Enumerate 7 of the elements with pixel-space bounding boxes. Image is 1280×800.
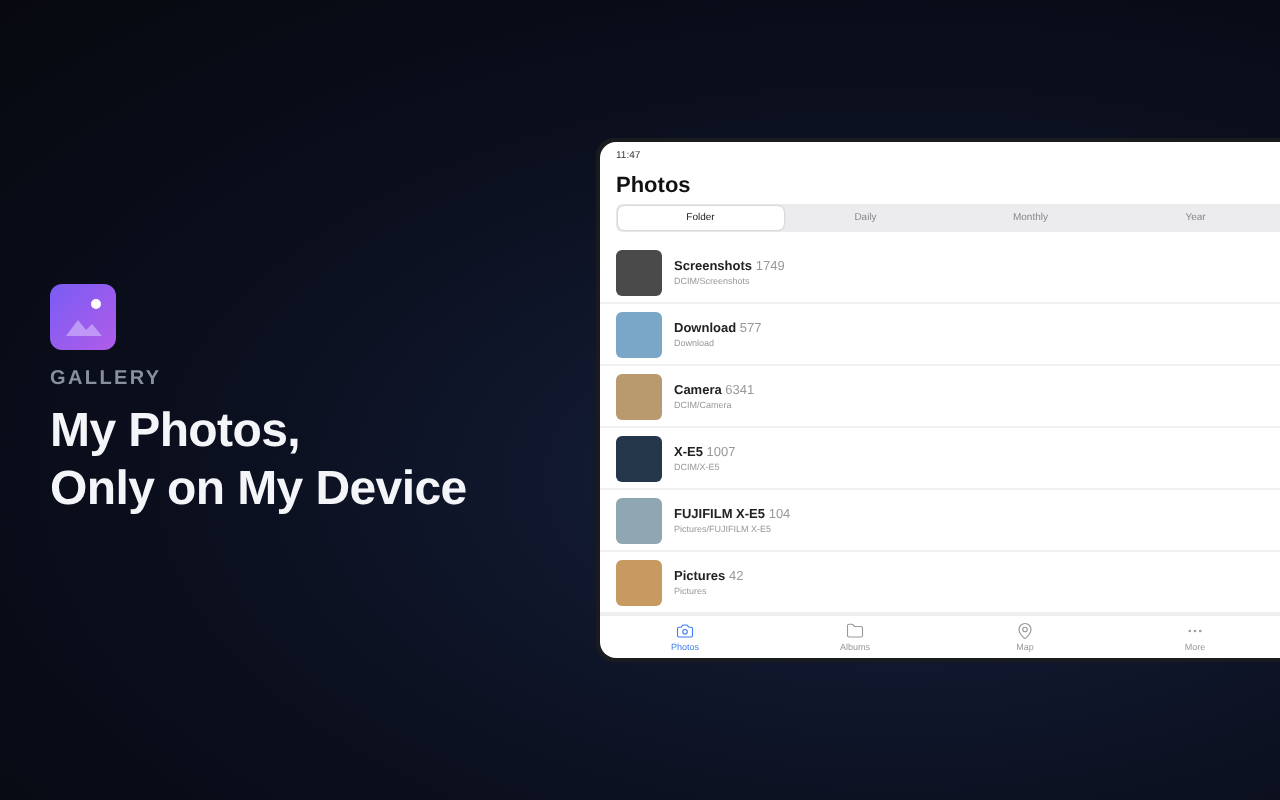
- app-name: GALLERY: [50, 367, 164, 389]
- headline: My Photos, Only on My Device: [50, 401, 469, 517]
- app-logo-icon: [50, 283, 116, 349]
- camera-icon: [676, 622, 694, 640]
- folder-icon: [846, 622, 864, 640]
- screen-title: Photos: [614, 172, 693, 202]
- map-pin-icon: [1016, 622, 1034, 640]
